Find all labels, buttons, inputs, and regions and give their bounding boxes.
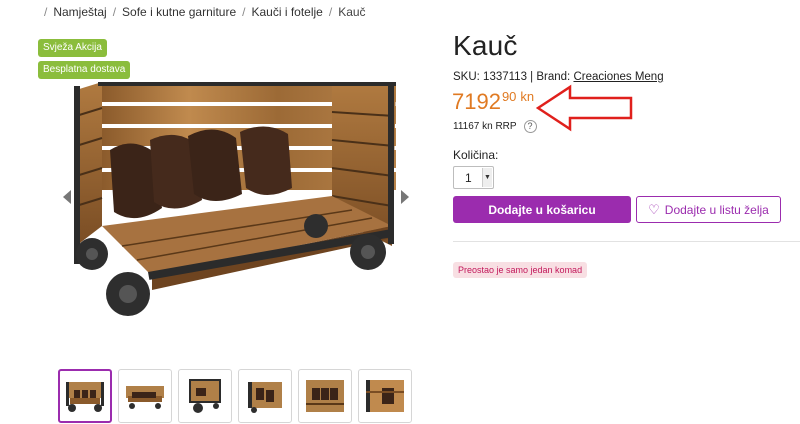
breadcrumb-item-sofe[interactable]: Sofe i kutne garniture xyxy=(122,5,236,19)
sku-brand-line: SKU: 1337113 | Brand: Creaciones Meng xyxy=(453,71,664,83)
breadcrumb-separator: / xyxy=(112,5,117,19)
sku-label: SKU: xyxy=(453,71,480,83)
chevron-down-icon: ▼ xyxy=(482,168,492,187)
sku-value: 1337113 xyxy=(483,71,527,83)
chevron-right-icon[interactable] xyxy=(396,186,412,208)
product-main-image xyxy=(62,76,414,348)
breadcrumb-item-kauci[interactable]: Kauči i fotelje xyxy=(251,5,322,19)
price-decimal: 90 xyxy=(501,89,517,104)
breadcrumb-separator: / xyxy=(242,5,246,19)
thumbnail-3[interactable] xyxy=(178,369,232,423)
rrp-text: 11167 kn RRP xyxy=(453,121,517,132)
thumbnail-strip xyxy=(58,369,412,423)
thumbnail-5[interactable] xyxy=(298,369,352,423)
breadcrumb: / Namještaj / Sofe i kutne garniture / K… xyxy=(38,4,366,20)
breadcrumb-separator: / xyxy=(328,5,333,19)
price-currency: kn xyxy=(520,89,535,104)
question-icon[interactable]: ? xyxy=(523,120,537,133)
heart-icon: ♡ xyxy=(648,201,660,217)
quantity-label: Količina: xyxy=(453,148,499,162)
thumbnail-6[interactable] xyxy=(358,369,412,423)
thumbnail-1[interactable] xyxy=(58,369,112,423)
thumbnail-2[interactable] xyxy=(118,369,172,423)
rrp-price: 11167 kn RRP ? xyxy=(453,120,537,133)
add-to-cart-button[interactable]: Dodajte u košaricu xyxy=(453,196,631,223)
breadcrumb-separator: / xyxy=(44,5,48,19)
brand-link[interactable]: Creaciones Meng xyxy=(573,71,663,83)
stock-notice-badge: Preostao je samo jedan komad xyxy=(453,262,588,278)
chevron-left-icon[interactable] xyxy=(60,186,76,208)
promo-badge: Svježa Akcija xyxy=(38,39,107,57)
quantity-value: 1 xyxy=(465,171,472,185)
brand-separator: | xyxy=(530,71,534,83)
red-arrow-annotation xyxy=(536,84,633,132)
divider xyxy=(453,241,800,242)
breadcrumb-current: Kauč xyxy=(338,5,366,19)
wishlist-label: Dodajte u listu želja xyxy=(664,202,769,217)
price-integer: 7192 xyxy=(452,89,501,114)
brand-label: Brand: xyxy=(536,71,571,83)
breadcrumb-item-namjestaj[interactable]: Namještaj xyxy=(53,5,106,19)
quantity-select[interactable]: 1 ▼ xyxy=(453,166,494,189)
product-title: Kauč xyxy=(453,30,518,61)
add-to-wishlist-button[interactable]: ♡ Dodajte u listu želja xyxy=(636,196,781,223)
product-price: 719290 kn xyxy=(452,89,534,115)
thumbnail-4[interactable] xyxy=(238,369,292,423)
